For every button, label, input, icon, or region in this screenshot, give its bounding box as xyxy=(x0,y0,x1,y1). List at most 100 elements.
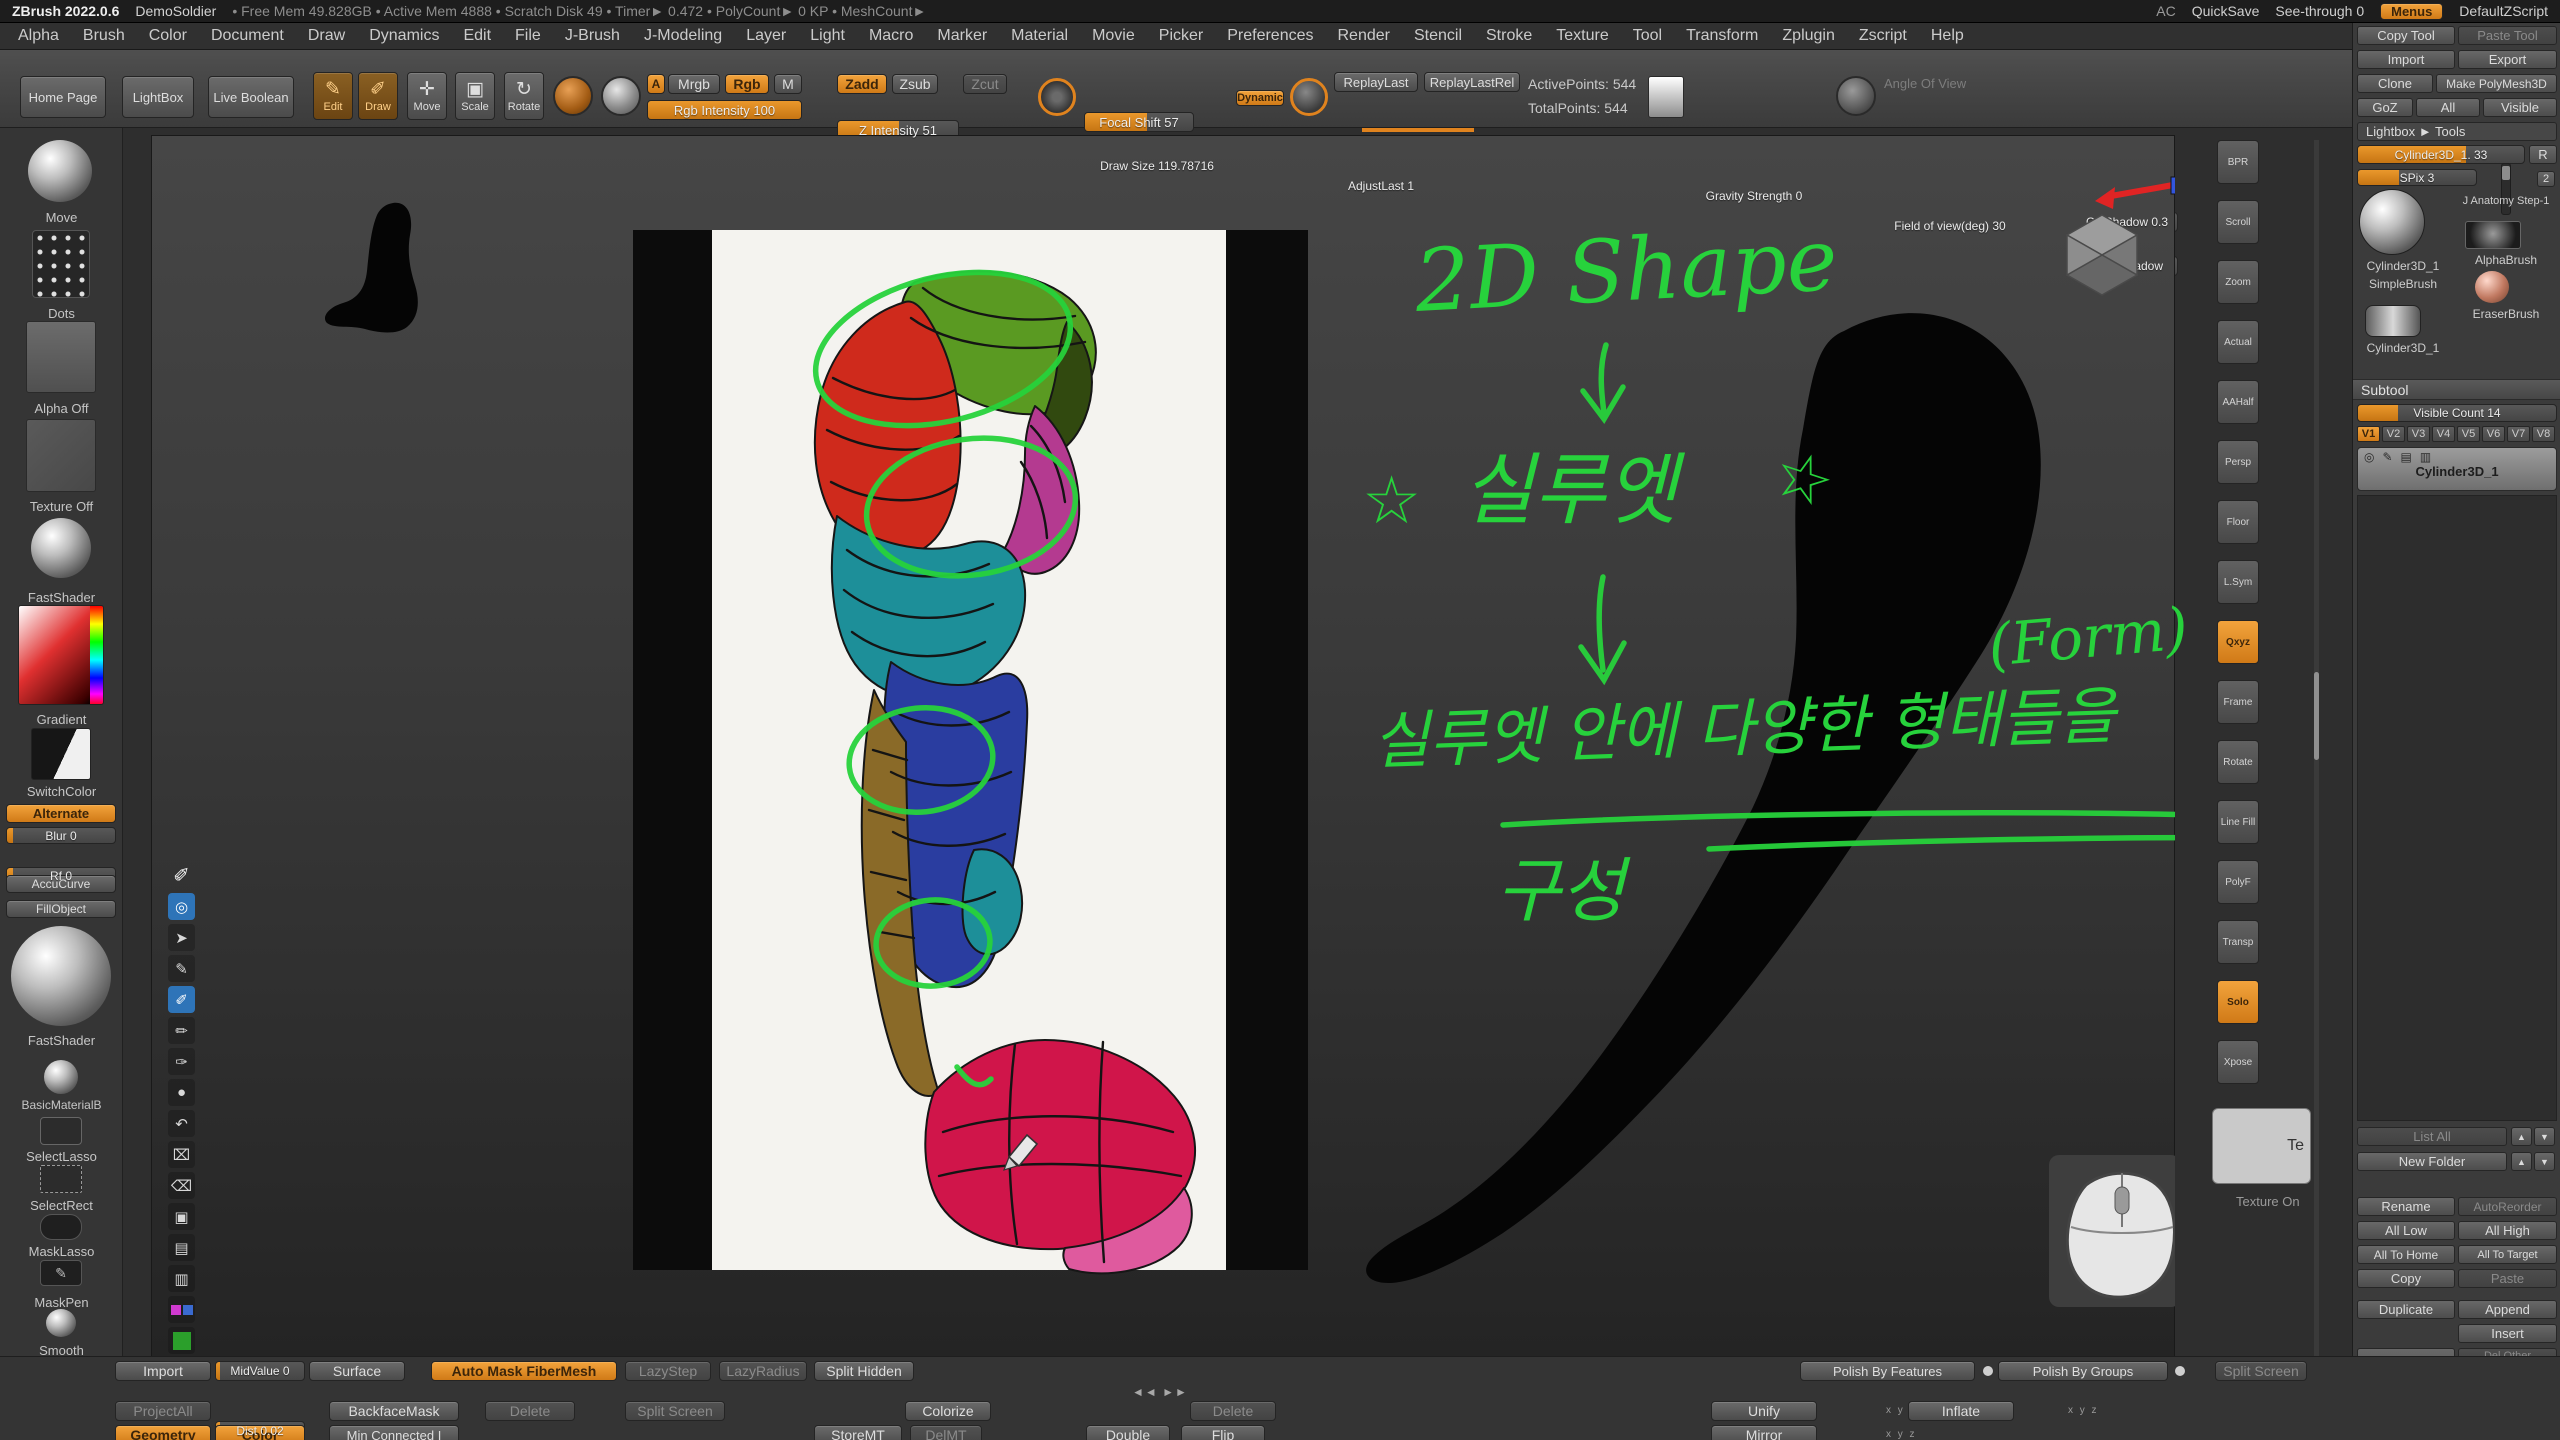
eye-icon[interactable]: ◎ xyxy=(168,893,195,920)
marker-icon[interactable]: ✐ xyxy=(168,862,195,889)
replay-last-rel-button[interactable]: ReplayLastRel xyxy=(1424,72,1520,92)
menu-transform[interactable]: Transform xyxy=(1674,27,1770,45)
inflate-slider[interactable]: Inflate xyxy=(1908,1401,2014,1421)
surface-button[interactable]: Surface xyxy=(309,1361,405,1381)
subtool-copy-button[interactable]: Copy xyxy=(2357,1269,2455,1288)
tool-import-button[interactable]: Import xyxy=(2357,50,2455,69)
all-low-button[interactable]: All Low xyxy=(2357,1221,2455,1240)
stroke-thumbnail[interactable] xyxy=(28,140,92,202)
mrgb-button[interactable]: Mrgb xyxy=(668,74,720,94)
zoom-button[interactable]: Zoom xyxy=(2217,260,2259,304)
canvas-scrollbar-thumb[interactable] xyxy=(2314,672,2319,760)
transp-button[interactable]: Transp xyxy=(2217,920,2259,964)
geometry-button[interactable]: Geometry xyxy=(115,1425,211,1440)
subtool-toggle-icon-2[interactable]: ▥ xyxy=(2420,450,2431,464)
angle-of-view-icon[interactable] xyxy=(1836,76,1876,116)
bpr-button[interactable]: BPR xyxy=(2217,140,2259,184)
active-tool-thumbnail[interactable] xyxy=(2359,189,2425,255)
tab-v7[interactable]: V7 xyxy=(2507,426,2530,442)
menu-light[interactable]: Light xyxy=(798,27,857,45)
delmt-button[interactable]: DelMT xyxy=(910,1425,982,1440)
alphabrush-thumbnail[interactable] xyxy=(2465,221,2521,249)
inflate-xyz-label[interactable]: x y z xyxy=(2068,1405,2099,1416)
menu-jmodeling[interactable]: J-Modeling xyxy=(632,27,734,45)
select-lasso-icon[interactable] xyxy=(40,1117,82,1145)
menu-stroke[interactable]: Stroke xyxy=(1474,27,1544,45)
cylinder-tool-thumbnail[interactable] xyxy=(2365,305,2421,337)
material-sphere-circle[interactable] xyxy=(601,76,641,116)
stroke-replay-icon[interactable] xyxy=(1290,78,1328,116)
dynamic-button[interactable]: Dynamic xyxy=(1236,90,1284,106)
eraser-icon[interactable]: ⌫ xyxy=(168,1172,195,1199)
color-picker-field[interactable] xyxy=(19,606,91,705)
split-hidden-button[interactable]: Split Hidden xyxy=(814,1361,914,1381)
menu-layer[interactable]: Layer xyxy=(734,27,798,45)
list-all-button[interactable]: List All xyxy=(2357,1127,2507,1146)
blur-slider[interactable]: Blur 0 xyxy=(6,827,116,844)
zcut-button[interactable]: Zcut xyxy=(963,74,1007,94)
lightbox-button[interactable]: LightBox xyxy=(122,76,194,118)
menu-draw[interactable]: Draw xyxy=(296,27,357,45)
rename-button[interactable]: Rename xyxy=(2357,1197,2455,1216)
spix-vertical-knob[interactable] xyxy=(2502,166,2510,180)
subtool-up-button[interactable]: ▲ xyxy=(2511,1127,2532,1146)
menu-marker[interactable]: Marker xyxy=(925,27,999,45)
focal-shift-slider[interactable]: Focal Shift 57 xyxy=(1084,112,1194,132)
subtool-brush-icon[interactable]: ✎ xyxy=(2382,450,2392,464)
basic-material-thumbnail[interactable] xyxy=(44,1060,78,1094)
flip-button[interactable]: Flip xyxy=(1181,1425,1265,1440)
unify-button[interactable]: Unify xyxy=(1711,1401,1817,1421)
current-material-thumbnail[interactable] xyxy=(11,926,111,1026)
color-swatch-duo[interactable] xyxy=(168,1296,195,1323)
rgb-button[interactable]: Rgb xyxy=(725,74,769,94)
menus-button[interactable]: Menus xyxy=(2380,3,2443,20)
replay-last-button[interactable]: ReplayLast xyxy=(1334,72,1418,92)
menu-help[interactable]: Help xyxy=(1919,27,1976,45)
projectall-button[interactable]: ProjectAll xyxy=(115,1401,211,1421)
menu-zplugin[interactable]: Zplugin xyxy=(1770,27,1846,45)
double-button[interactable]: Double xyxy=(1086,1425,1170,1440)
colorize-button[interactable]: Colorize xyxy=(905,1401,991,1421)
midvalue-slider[interactable]: MidValue 0 xyxy=(215,1361,305,1381)
menu-render[interactable]: Render xyxy=(1325,27,1401,45)
line-fill-button[interactable]: Line Fill xyxy=(2217,800,2259,844)
tab-v2[interactable]: V2 xyxy=(2382,426,2405,442)
goz-all-button[interactable]: All xyxy=(2416,98,2480,117)
split-screen-button-1[interactable]: Split Screen xyxy=(2215,1361,2307,1381)
simplebrush-label[interactable]: SimpleBrush xyxy=(2353,277,2453,291)
scroll-button[interactable]: Scroll xyxy=(2217,200,2259,244)
pen-icon[interactable]: ✎ xyxy=(168,955,195,982)
menu-file[interactable]: File xyxy=(503,27,553,45)
frame-button[interactable]: Frame xyxy=(2217,680,2259,724)
highlighter-icon[interactable]: ✐ xyxy=(168,986,195,1013)
r-button[interactable]: R xyxy=(2529,145,2557,164)
backfacemask-button[interactable]: BackfaceMask xyxy=(329,1401,459,1421)
channel-a-button[interactable]: A xyxy=(647,74,665,94)
zsub-button[interactable]: Zsub xyxy=(892,74,938,94)
folder-up-button[interactable]: ▲ xyxy=(2511,1152,2532,1171)
qxyz-button[interactable]: Qxyz xyxy=(2217,620,2259,664)
spix-slider[interactable]: SPix 3 xyxy=(2357,169,2477,186)
new-folder-button[interactable]: New Folder xyxy=(2357,1152,2507,1171)
lsym-button[interactable]: L.Sym xyxy=(2217,560,2259,604)
menu-color[interactable]: Color xyxy=(137,27,199,45)
cursor-icon[interactable]: ➤ xyxy=(168,924,195,951)
append-button[interactable]: Append xyxy=(2458,1300,2557,1319)
polish-groups-toggle-icon[interactable] xyxy=(2174,1365,2186,1377)
texture-thumbnail[interactable] xyxy=(26,419,96,492)
xpose-button[interactable]: Xpose xyxy=(2217,1040,2259,1084)
scale-mode-button[interactable]: ▣ Scale xyxy=(455,72,495,120)
select-rect-icon[interactable] xyxy=(40,1165,82,1193)
m-button[interactable]: M xyxy=(774,74,802,94)
menu-brush[interactable]: Brush xyxy=(71,27,137,45)
min-connected-slider[interactable]: Min Connected I xyxy=(329,1425,459,1440)
bottom-import-button[interactable]: Import xyxy=(115,1361,211,1381)
edit-mode-button[interactable]: ✎ Edit xyxy=(313,72,353,120)
camera-icon[interactable]: ▣ xyxy=(168,1203,195,1230)
menu-tool[interactable]: Tool xyxy=(1621,27,1674,45)
menu-dynamics[interactable]: Dynamics xyxy=(357,27,451,45)
focal-shift-icon[interactable] xyxy=(1038,78,1076,116)
subtool-header[interactable]: Subtool xyxy=(2353,379,2560,400)
fillobject-button[interactable]: FillObject xyxy=(6,900,116,918)
live-boolean-button[interactable]: Live Boolean xyxy=(208,76,294,118)
